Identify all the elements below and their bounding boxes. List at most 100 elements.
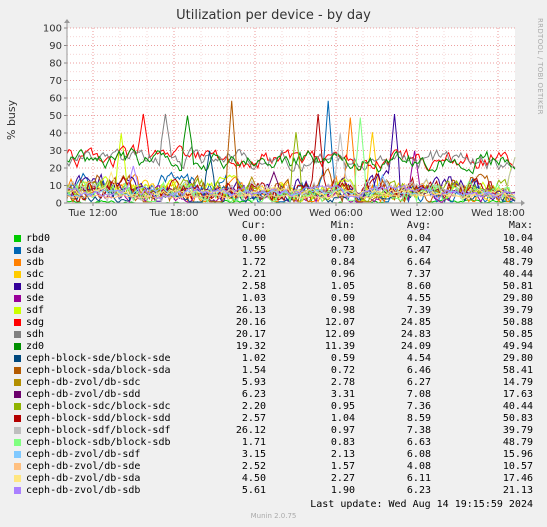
legend-value-avg: 0.04 bbox=[406, 233, 431, 244]
legend-value-min: 1.04 bbox=[330, 413, 355, 424]
utilization-chart: 0 10 20 30 40 50 60 70 80 90 100 Tue 12:00 Tue 18:00… bbox=[43, 19, 525, 219]
legend-value-max: 48.79 bbox=[502, 437, 533, 448]
version-label: Munin 2.0.75 bbox=[250, 512, 297, 520]
legend-item: ceph-db-zvol/db-sdb 5.61 1.90 6.23 21.13 bbox=[0, 485, 547, 497]
legend-value-avg: 6.47 bbox=[406, 245, 431, 256]
legend-label: sdg bbox=[26, 317, 45, 328]
legend-value-max: 40.44 bbox=[502, 401, 533, 412]
legend-value-max: 10.04 bbox=[502, 233, 533, 244]
legend-value-cur: 20.17 bbox=[235, 329, 266, 340]
legend-value-max: 21.13 bbox=[502, 485, 533, 496]
legend-value-avg: 7.37 bbox=[406, 269, 431, 280]
legend-value-avg: 6.46 bbox=[406, 365, 431, 376]
x-tick-label: Wed 00:00 bbox=[228, 208, 282, 219]
legend-item: ceph-block-sda/block-sda 1.54 0.72 6.46 58.4… bbox=[0, 365, 547, 377]
y-axis-arrow bbox=[64, 19, 70, 23]
legend-value-cur: 0.00 bbox=[241, 233, 266, 244]
legend-value-cur: 4.50 bbox=[241, 473, 266, 484]
legend-value-avg: 6.23 bbox=[406, 485, 431, 496]
legend-value-max: 48.79 bbox=[502, 257, 533, 268]
legend-value-max: 29.80 bbox=[502, 293, 533, 304]
legend-item: ceph-db-zvol/db-sdc 5.93 2.78 6.27 14.79 bbox=[0, 377, 547, 389]
header-max: Max: bbox=[508, 220, 533, 231]
legend-value-max: 39.79 bbox=[502, 425, 533, 436]
header-min: Min: bbox=[330, 220, 355, 231]
legend-value-cur: 5.61 bbox=[241, 485, 266, 496]
legend-item: sde 1.03 0.59 4.55 29.80 bbox=[0, 293, 547, 305]
x-tick-label: Wed 12:00 bbox=[390, 208, 444, 219]
legend-swatch bbox=[14, 235, 21, 242]
legend-label: ceph-db-zvol/db-sdf bbox=[26, 449, 141, 460]
legend-swatch bbox=[14, 451, 21, 458]
legend-value-max: 58.40 bbox=[502, 245, 533, 256]
legend-value-cur: 2.20 bbox=[241, 401, 266, 412]
legend-label: sdb bbox=[26, 257, 45, 268]
legend-value-min: 0.96 bbox=[330, 269, 355, 280]
legend-label: sdf bbox=[26, 305, 45, 316]
legend-item: rbd0 0.00 0.00 0.04 10.04 bbox=[0, 233, 547, 245]
legend-value-cur: 2.52 bbox=[241, 461, 266, 472]
legend-value-min: 0.97 bbox=[330, 425, 355, 436]
x-tick-label: Wed 06:00 bbox=[309, 208, 363, 219]
legend-value-cur: 6.23 bbox=[241, 389, 266, 400]
y-tick-label: 30 bbox=[49, 146, 62, 157]
legend-label: ceph-block-sda/block-sda bbox=[26, 365, 171, 376]
legend-swatch bbox=[14, 331, 21, 338]
legend-item: sdh 20.17 12.09 24.83 50.85 bbox=[0, 329, 547, 341]
legend-label: sde bbox=[26, 293, 45, 304]
legend-label: zd0 bbox=[26, 341, 45, 352]
legend-value-max: 50.81 bbox=[502, 281, 533, 292]
y-tick-label: 50 bbox=[49, 111, 62, 122]
legend-value-cur: 2.57 bbox=[241, 413, 266, 424]
legend-value-cur: 19.32 bbox=[235, 341, 266, 352]
legend-value-cur: 26.12 bbox=[235, 425, 266, 436]
legend-swatch bbox=[14, 415, 21, 422]
legend-value-avg: 6.63 bbox=[406, 437, 431, 448]
legend-value-avg: 6.64 bbox=[406, 257, 431, 268]
legend-value-min: 0.59 bbox=[330, 293, 355, 304]
legend-label: ceph-block-sdd/block-sdd bbox=[26, 413, 171, 424]
legend-item: ceph-block-sdc/block-sdc 2.20 0.95 7.36 40.4… bbox=[0, 401, 547, 413]
legend-value-min: 0.84 bbox=[330, 257, 355, 268]
legend-item: sdf 26.13 0.98 7.39 39.79 bbox=[0, 305, 547, 317]
legend-swatch bbox=[14, 271, 21, 278]
legend-value-min: 2.78 bbox=[330, 377, 355, 388]
header-avg: Avg: bbox=[406, 220, 431, 231]
legend-label: ceph-block-sdb/block-sdb bbox=[26, 437, 171, 448]
legend-swatch bbox=[14, 487, 21, 494]
legend-swatch bbox=[14, 307, 21, 314]
legend-value-avg: 4.55 bbox=[406, 293, 431, 304]
legend-item: ceph-block-sdd/block-sdd 2.57 1.04 8.59 50.8… bbox=[0, 413, 547, 425]
legend-value-avg: 7.08 bbox=[406, 389, 431, 400]
y-tick-label: 0 bbox=[56, 199, 62, 210]
legend-value-min: 0.98 bbox=[330, 305, 355, 316]
legend-swatch bbox=[14, 343, 21, 350]
legend-value-max: 50.88 bbox=[502, 317, 533, 328]
legend-value-max: 15.96 bbox=[502, 449, 533, 460]
legend-value-max: 39.79 bbox=[502, 305, 533, 316]
legend-value-cur: 1.71 bbox=[241, 437, 266, 448]
legend-value-avg: 8.59 bbox=[406, 413, 431, 424]
y-tick-label: 60 bbox=[49, 94, 62, 105]
legend-label: sdd bbox=[26, 281, 45, 292]
legend-swatch bbox=[14, 247, 21, 254]
legend-value-cur: 1.03 bbox=[241, 293, 266, 304]
legend-item: sdc 2.21 0.96 7.37 40.44 bbox=[0, 269, 547, 281]
y-tick-label: 10 bbox=[49, 181, 62, 192]
legend-swatch bbox=[14, 283, 21, 290]
legend-label: ceph-db-zvol/db-sda bbox=[26, 473, 141, 484]
y-tick-label: 40 bbox=[49, 129, 62, 140]
legend-swatch bbox=[14, 391, 21, 398]
legend-value-min: 1.57 bbox=[330, 461, 355, 472]
legend-value-max: 40.44 bbox=[502, 269, 533, 280]
legend-label: ceph-db-zvol/db-sdb bbox=[26, 485, 141, 496]
legend-value-min: 0.95 bbox=[330, 401, 355, 412]
y-tick-label: 100 bbox=[43, 24, 62, 35]
legend-item: ceph-block-sde/block-sde 1.02 0.59 4.54 29.8… bbox=[0, 353, 547, 365]
legend-label: ceph-block-sdc/block-sdc bbox=[26, 401, 171, 412]
legend-value-min: 0.72 bbox=[330, 365, 355, 376]
legend-item: sdg 20.16 12.07 24.85 50.88 bbox=[0, 317, 547, 329]
legend-value-cur: 26.13 bbox=[235, 305, 266, 316]
legend-value-min: 0.83 bbox=[330, 437, 355, 448]
x-tick-label: Wed 18:00 bbox=[471, 208, 525, 219]
